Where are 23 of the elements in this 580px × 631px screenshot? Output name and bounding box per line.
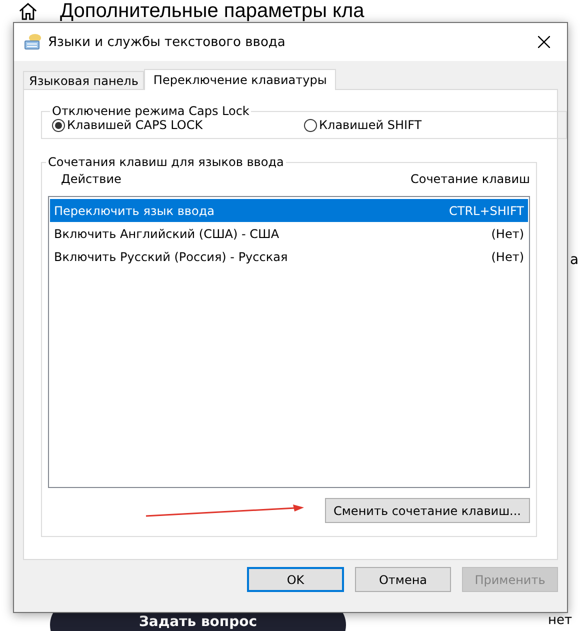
dialog-button[interactable]: Отмена [355,567,451,592]
radio-label[interactable]: Клавишей SHIFT [319,118,422,132]
list-row[interactable]: Включить Английский (США) - США (Нет) [50,222,528,245]
group-title: Отключение режима Caps Lock [51,104,250,118]
arrow-icon [144,504,304,518]
radio-button[interactable] [52,118,65,132]
page-text: нет [548,613,572,628]
column-header: Сочетание клавиш [410,172,530,186]
keyboard-icon [24,33,42,51]
tab[interactable]: Переключение клавиатуры [144,69,336,90]
tab[interactable]: Языковая панель [23,71,144,89]
group-title: Сочетания клавиш для языков ввода [47,155,285,169]
home-icon[interactable] [18,2,38,20]
page-text: а [570,252,579,268]
page-heading: Дополнительные параметры кла [60,0,364,22]
list-row[interactable]: Переключить язык ввода CTRL+SHIFT [50,199,528,222]
list-row[interactable]: Включить Русский (Россия) - Русская (Нет) [50,245,528,268]
column-header: Действие [61,172,122,186]
radio-button[interactable] [304,118,317,132]
dialog-button[interactable]: OK [247,567,344,592]
window-title: Языки и службы текстового ввода [48,34,286,50]
change-hotkey-button[interactable]: Сменить сочетание клавиш... [324,498,530,523]
radio-label[interactable]: Клавишей CAPS LOCK [67,118,203,132]
